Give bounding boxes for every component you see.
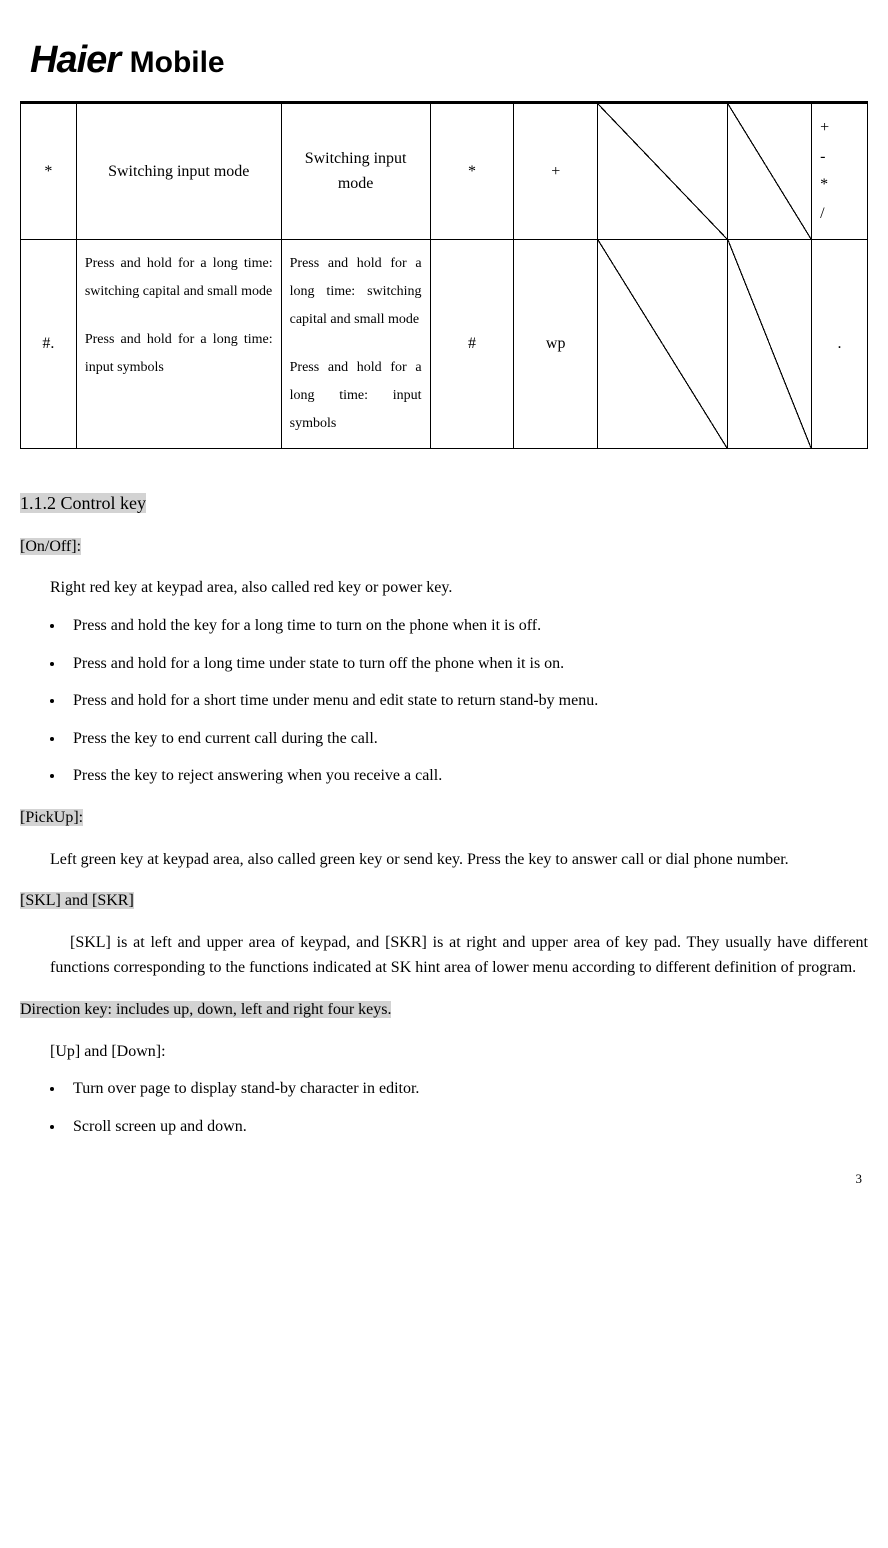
table-row: #. Press and hold for a long time: switc…	[21, 239, 868, 448]
cell-diagonal	[728, 103, 812, 239]
updown-list: Turn over page to display stand-by chara…	[65, 1076, 868, 1139]
list-item: Turn over page to display stand-by chara…	[65, 1076, 868, 1102]
cell: +	[514, 103, 598, 239]
pickup-heading: [PickUp]:	[20, 809, 83, 826]
skl-heading: [SKL] and [SKR]	[20, 892, 134, 909]
pickup-text: Left green key at keypad area, also call…	[20, 847, 868, 873]
cell-diagonal	[598, 239, 728, 448]
cell: *	[430, 103, 514, 239]
list-item: Press and hold for a short time under me…	[65, 688, 868, 714]
keypad-table: * Switching input mode Switching input m…	[20, 103, 868, 449]
skl-text: [SKL] is at left and upper area of keypa…	[50, 930, 868, 981]
cell-text: Press and hold for a long time: switchin…	[85, 250, 273, 306]
table-row: * Switching input mode Switching input m…	[21, 103, 868, 239]
onoff-intro: Right red key at keypad area, also calle…	[50, 575, 868, 601]
cell: Press and hold for a long time: switchin…	[281, 239, 430, 448]
list-item: Press and hold for a long time under sta…	[65, 651, 868, 677]
cell: .	[812, 239, 868, 448]
cell-diagonal	[598, 103, 728, 239]
cell-diagonal	[728, 239, 812, 448]
updown-heading: [Up] and [Down]:	[50, 1039, 868, 1065]
cell: *	[21, 103, 77, 239]
cell: Switching input mode	[281, 103, 430, 239]
cell-text: Press and hold for a long time: input sy…	[85, 326, 273, 382]
list-item: Press and hold the key for a long time t…	[65, 613, 868, 639]
cell: #.	[21, 239, 77, 448]
cell: Switching input mode	[76, 103, 281, 239]
list-item: Press the key to end current call during…	[65, 726, 868, 752]
list-item: Scroll screen up and down.	[65, 1114, 868, 1140]
cell-text: Press and hold for a long time: switchin…	[290, 250, 422, 334]
onoff-heading: [On/Off]:	[20, 538, 81, 555]
cell-text: Press and hold for a long time: input sy…	[290, 354, 422, 438]
logo-suffix: Mobile	[130, 46, 225, 79]
page-number: 3	[20, 1169, 868, 1190]
cell: wp	[514, 239, 598, 448]
brand-logo: Haier Mobile	[20, 30, 868, 91]
cell: #	[430, 239, 514, 448]
cell: Press and hold for a long time: switchin…	[76, 239, 281, 448]
direction-heading: Direction key: includes up, down, left a…	[20, 1001, 391, 1018]
section-title: 1.1.2 Control key	[20, 493, 146, 513]
cell: + - * /	[812, 103, 868, 239]
list-item: Press the key to reject answering when y…	[65, 763, 868, 789]
logo-brand: Haier	[30, 39, 120, 81]
onoff-list: Press and hold the key for a long time t…	[65, 613, 868, 789]
